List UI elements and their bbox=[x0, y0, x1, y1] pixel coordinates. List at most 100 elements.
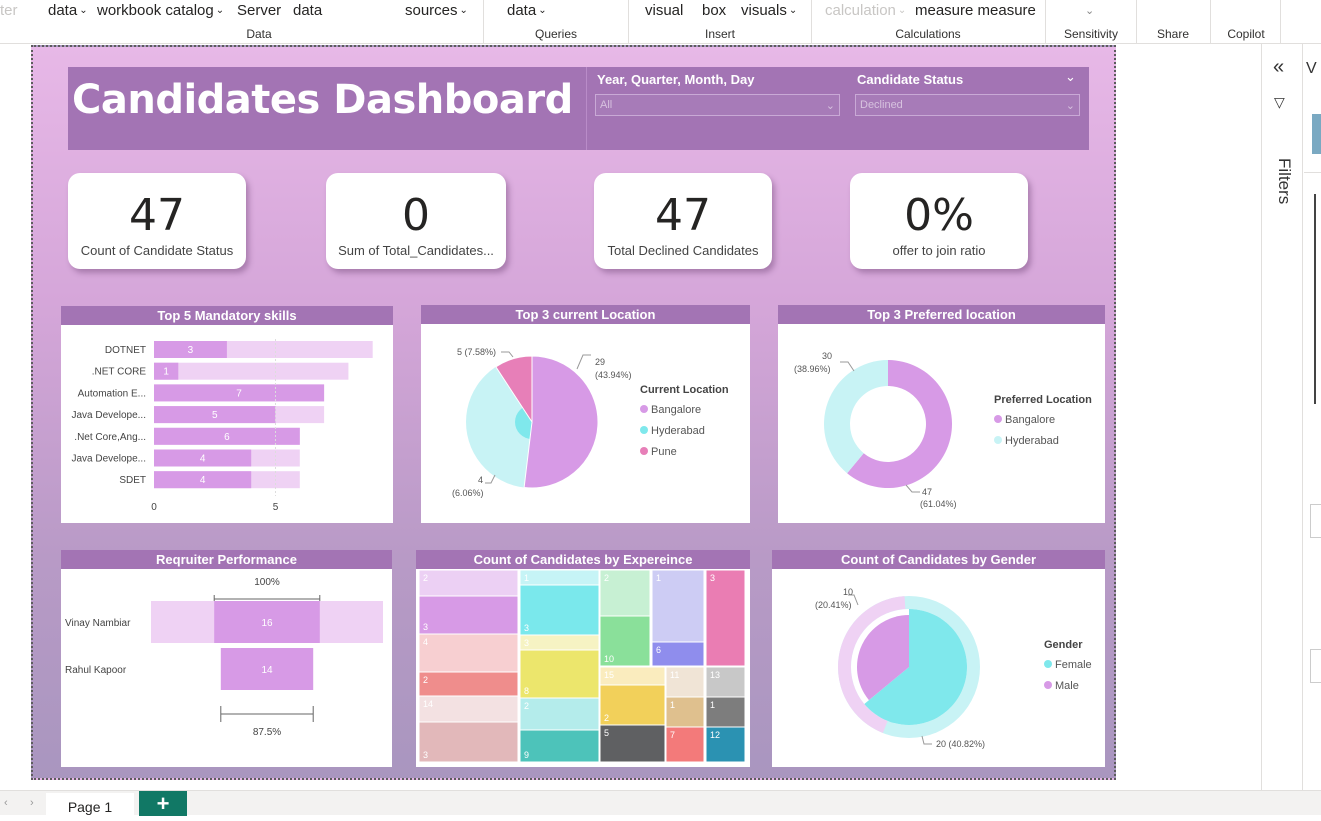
group-label-queries: Queries bbox=[534, 27, 578, 41]
card-gender[interactable]: Count of Candidates by Gender 10 (20.41%)… bbox=[772, 550, 1105, 767]
x-tick-label: 0 bbox=[151, 502, 157, 513]
status-slicer-label: Candidate Status bbox=[857, 72, 964, 87]
ribbon-transform-data[interactable]: data ⌄ bbox=[507, 2, 547, 19]
kpi-value: 47 bbox=[655, 190, 711, 241]
preferred-location-donut: 30 (38.96%) 47 (61.04%) Preferred Location Ba… bbox=[794, 351, 1092, 509]
card-current-location[interactable]: Top 3 current Location 29 (43.94%) 5 (7.58… bbox=[421, 305, 750, 523]
treemap-tile-label: 1 bbox=[524, 573, 529, 583]
legend-marker bbox=[640, 447, 648, 455]
chevron-left-icon[interactable]: ‹ bbox=[4, 797, 8, 809]
chevron-down-icon: ⌄ bbox=[459, 5, 468, 16]
leader-line bbox=[905, 484, 920, 493]
drill-through-well[interactable] bbox=[1310, 649, 1321, 683]
ribbon: ter data ⌄ workbook catalog ⌄ Server data … bbox=[0, 0, 1321, 44]
card-recruiter-performance[interactable]: Reqruiter Performance 100% 16 Vinay Nambia… bbox=[61, 550, 392, 767]
x-tick-label: 5 bbox=[273, 502, 279, 513]
data-label-bangalore-count: 47 bbox=[922, 487, 932, 497]
chevron-down-icon: ⌄ bbox=[825, 99, 835, 112]
leader-line bbox=[921, 735, 932, 745]
kpi-card-declined[interactable]: 47 Total Declined Candidates bbox=[594, 173, 772, 269]
bar-value-label: 4 bbox=[200, 454, 206, 465]
data-label-female: 20 (40.82%) bbox=[936, 739, 985, 749]
treemap-tile-label: 2 bbox=[423, 573, 428, 583]
treemap-tile bbox=[418, 569, 519, 597]
treemap-tile bbox=[418, 671, 519, 697]
treemap-tile-label: 2 bbox=[604, 713, 609, 723]
legend-marker bbox=[640, 405, 648, 413]
funnel-category-label: Vinay Nambiar bbox=[65, 618, 131, 629]
bar-background bbox=[154, 362, 349, 380]
date-slicer-value: All bbox=[600, 99, 613, 111]
kpi-label: Sum of Total_Candidates... bbox=[338, 243, 494, 258]
treemap-tile-label: 10 bbox=[604, 654, 614, 664]
ribbon-item-ter[interactable]: ter bbox=[0, 2, 18, 19]
bar-value-label: 3 bbox=[188, 345, 194, 356]
page-tabs-bar: ‹ › Page 1 + bbox=[0, 790, 1321, 817]
ribbon-text-box[interactable]: box bbox=[702, 2, 726, 19]
funnel-bracket bbox=[220, 706, 314, 722]
report-page[interactable]: Candidates Dashboard Year, Quarter, Mont… bbox=[31, 45, 1116, 780]
legend-marker bbox=[1044, 681, 1052, 689]
treemap-tile bbox=[599, 724, 666, 763]
kpi-label: Total Declined Candidates bbox=[607, 243, 759, 258]
status-slicer-dropdown[interactable]: Declined ⌄ bbox=[855, 94, 1080, 116]
filters-pane-label[interactable]: Filters bbox=[1274, 158, 1294, 204]
kpi-value: 0% bbox=[904, 190, 974, 241]
data-label-bangalore-count: 29 bbox=[595, 357, 605, 367]
page-tab-1[interactable]: Page 1 bbox=[46, 793, 134, 817]
ribbon-new-calculation[interactable]: calculation ⌄ bbox=[825, 2, 906, 19]
card-mandatory-skills[interactable]: Top 5 Mandatory skills DOTNET 3 .NET CORE 1… bbox=[61, 306, 393, 523]
treemap-tile-label: 3 bbox=[423, 750, 428, 760]
gender-donut: 10 (20.41%) 20 (40.82%) Gender Female Male bbox=[815, 587, 1092, 749]
chevron-down-icon: ⌄ bbox=[215, 5, 225, 16]
chevron-down-icon[interactable]: ⌄ bbox=[1065, 69, 1076, 85]
treemap-tile-label: 3 bbox=[524, 638, 529, 648]
bar-category-label: DOTNET bbox=[105, 345, 146, 356]
card-experience-treemap[interactable]: Count of Candidates by Expereince 2 3 4 2 14… bbox=[416, 550, 750, 767]
donut-slice-hyderabad bbox=[824, 360, 888, 474]
kpi-card-offer-ratio[interactable]: 0% offer to join ratio bbox=[850, 173, 1028, 269]
collapse-pane-icon[interactable]: « bbox=[1273, 56, 1284, 79]
chevron-down-icon: ⌄ bbox=[79, 5, 88, 16]
treemap-tile bbox=[418, 695, 519, 723]
leader-line bbox=[501, 351, 514, 358]
kpi-card-total-candidates[interactable]: 0 Sum of Total_Candidates... bbox=[326, 173, 506, 269]
data-label-hyderabad: (6.06%) bbox=[452, 488, 484, 498]
chevron-right-icon[interactable]: › bbox=[30, 797, 34, 809]
treemap-tile bbox=[519, 584, 600, 636]
visual-icons-strip[interactable] bbox=[1314, 194, 1321, 404]
treemap-tile-label: 1 bbox=[670, 700, 675, 710]
right-pane: « ▽ Filters V bbox=[1261, 44, 1321, 790]
group-label-insert: Insert bbox=[704, 27, 735, 41]
data-label-pune: 5 (7.58%) bbox=[457, 347, 496, 357]
visualizations-pane-edge[interactable]: V bbox=[1306, 60, 1317, 78]
funnel-percent-label: 100% bbox=[254, 577, 280, 588]
ribbon-enter-data[interactable]: data bbox=[293, 2, 322, 19]
ribbon-new-measure[interactable]: measure measure bbox=[915, 2, 1036, 19]
ribbon-workbook-catalog[interactable]: workbook catalog ⌄ bbox=[97, 2, 224, 19]
treemap-tile bbox=[519, 649, 600, 699]
card-preferred-location[interactable]: Top 3 Preferred location 30 (38.96%) 47 (61… bbox=[778, 305, 1105, 523]
sensitivity-chevron-icon[interactable]: ⌄ bbox=[1085, 4, 1094, 17]
legend-title: Preferred Location bbox=[994, 394, 1092, 406]
legend-title: Gender bbox=[1044, 639, 1083, 651]
treemap-tile bbox=[705, 569, 746, 667]
date-slicer-dropdown[interactable]: All ⌄ bbox=[595, 94, 840, 116]
treemap-tile-label: 4 bbox=[423, 637, 428, 647]
ribbon-more-visuals[interactable]: visuals ⌄ bbox=[741, 2, 797, 19]
kpi-card-candidate-status[interactable]: 47 Count of Candidate Status bbox=[68, 173, 246, 269]
legend-label: Female bbox=[1055, 659, 1092, 671]
treemap-tile-label: 2 bbox=[524, 701, 529, 711]
treemap-tile bbox=[418, 721, 519, 763]
treemap-tile-label: 5 bbox=[604, 728, 609, 738]
ribbon-sql-server[interactable]: Server bbox=[237, 2, 281, 19]
values-well[interactable] bbox=[1310, 504, 1321, 538]
ribbon-get-data[interactable]: data ⌄ bbox=[48, 2, 88, 19]
ribbon-new-visual[interactable]: visual bbox=[645, 2, 683, 19]
ribbon-recent-sources[interactable]: sources ⌄ bbox=[405, 2, 468, 19]
funnel-value-label: 14 bbox=[261, 665, 273, 676]
treemap-tile-label: 1 bbox=[710, 700, 715, 710]
add-page-button[interactable]: + bbox=[139, 791, 187, 816]
build-visual-icon[interactable] bbox=[1312, 114, 1321, 154]
kpi-value: 47 bbox=[129, 190, 185, 241]
